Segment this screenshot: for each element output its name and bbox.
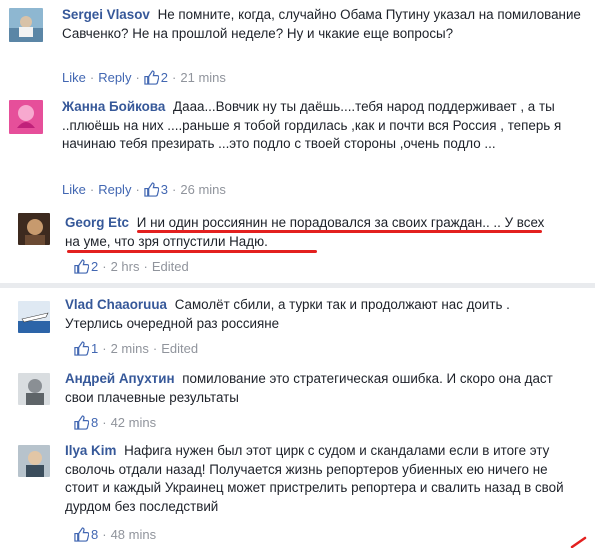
separator-dot: · [89, 182, 95, 197]
edited-label[interactable]: Edited [152, 259, 189, 274]
timestamp[interactable]: 26 mins [180, 182, 226, 197]
separator-dot: · [135, 70, 140, 85]
thumbs-up-icon[interactable] [144, 182, 160, 197]
like-count[interactable]: 3 [161, 182, 168, 197]
comment-text: Нафига нужен был этот цирк с судом и ска… [65, 443, 564, 514]
author-name[interactable]: Sergei Vlasov [62, 7, 150, 22]
like-count[interactable]: 8 [91, 415, 98, 430]
avatar[interactable] [18, 445, 50, 477]
profile-photo-icon [9, 8, 43, 42]
red-pen-mark [570, 536, 587, 548]
profile-photo-icon [18, 213, 50, 245]
timestamp[interactable]: 2 hrs [111, 259, 140, 274]
separator-dot: · [102, 415, 107, 430]
thumbs-up-icon[interactable] [74, 341, 90, 356]
like-count[interactable]: 1 [91, 341, 98, 356]
edited-label[interactable]: Edited [161, 341, 198, 356]
comment-body: Андрей Апухтин помилование это стратегич… [65, 370, 555, 407]
timestamp[interactable]: 2 mins [111, 341, 149, 356]
author-name[interactable]: Georg Etc [65, 215, 129, 230]
timestamp[interactable]: 21 mins [180, 70, 226, 85]
avatar[interactable] [9, 100, 43, 134]
avatar[interactable] [9, 8, 43, 42]
comment-actions: Like · Reply · 2 · 21 mins [62, 69, 226, 87]
comment-actions: 2 · 2 hrs · Edited [74, 258, 189, 276]
thumbs-up-icon[interactable] [74, 527, 90, 542]
separator-dot: · [102, 341, 107, 356]
avatar[interactable] [18, 301, 50, 333]
separator-dot: · [102, 259, 107, 274]
profile-photo-icon [18, 445, 50, 477]
separator-dot: · [102, 527, 107, 542]
like-count[interactable]: 2 [91, 259, 98, 274]
comment-body: Sergei Vlasov Не помните, когда, случайн… [62, 6, 582, 43]
comment-actions: 8 · 42 mins [74, 414, 156, 432]
avatar[interactable] [18, 373, 50, 405]
airplane-photo-icon [18, 301, 50, 333]
comment-actions: 1 · 2 mins · Edited [74, 340, 198, 358]
separator-dot: · [135, 182, 140, 197]
separator-dot: · [172, 70, 177, 85]
thumbs-up-icon[interactable] [74, 259, 90, 274]
author-name[interactable]: Ilya Kim [65, 443, 116, 458]
thumbs-up-icon[interactable] [144, 70, 160, 85]
author-name[interactable]: Vlad Chaaoruua [65, 297, 167, 312]
comment-body: Жанна Бойкова Дааа...Вовчик ну ты даёшь.… [62, 98, 582, 154]
profile-photo-icon [18, 373, 50, 405]
thumbs-up-icon[interactable] [74, 415, 90, 430]
author-name[interactable]: Андрей Апухтин [65, 371, 175, 386]
separator-dot: · [152, 341, 158, 356]
like-count[interactable]: 2 [161, 70, 168, 85]
profile-photo-icon [9, 100, 43, 134]
timestamp[interactable]: 48 mins [111, 527, 157, 542]
like-link[interactable]: Like [62, 70, 86, 85]
separator-dot: · [143, 259, 148, 274]
reply-link[interactable]: Reply [98, 70, 131, 85]
like-count[interactable]: 8 [91, 527, 98, 542]
comments-block-bottom: Vlad Chaaoruua Самолёт сбили, а турки та… [0, 288, 595, 548]
separator-dot: · [89, 70, 95, 85]
author-name[interactable]: Жанна Бойкова [62, 99, 165, 114]
separator-dot: · [172, 182, 177, 197]
comments-block-top: Sergei Vlasov Не помните, когда, случайн… [0, 0, 595, 283]
comment-body: Ilya Kim Нафига нужен был этот цирк с су… [65, 442, 565, 516]
timestamp[interactable]: 42 mins [111, 415, 157, 430]
comment-actions: Like · Reply · 3 · 26 mins [62, 181, 226, 199]
highlight-underline [67, 250, 317, 253]
comment-body: Vlad Chaaoruua Самолёт сбили, а турки та… [65, 296, 545, 333]
highlight-underline [137, 230, 542, 233]
like-link[interactable]: Like [62, 182, 86, 197]
avatar[interactable] [18, 213, 50, 245]
comment-actions: 8 · 48 mins [74, 526, 156, 544]
reply-link[interactable]: Reply [98, 182, 131, 197]
